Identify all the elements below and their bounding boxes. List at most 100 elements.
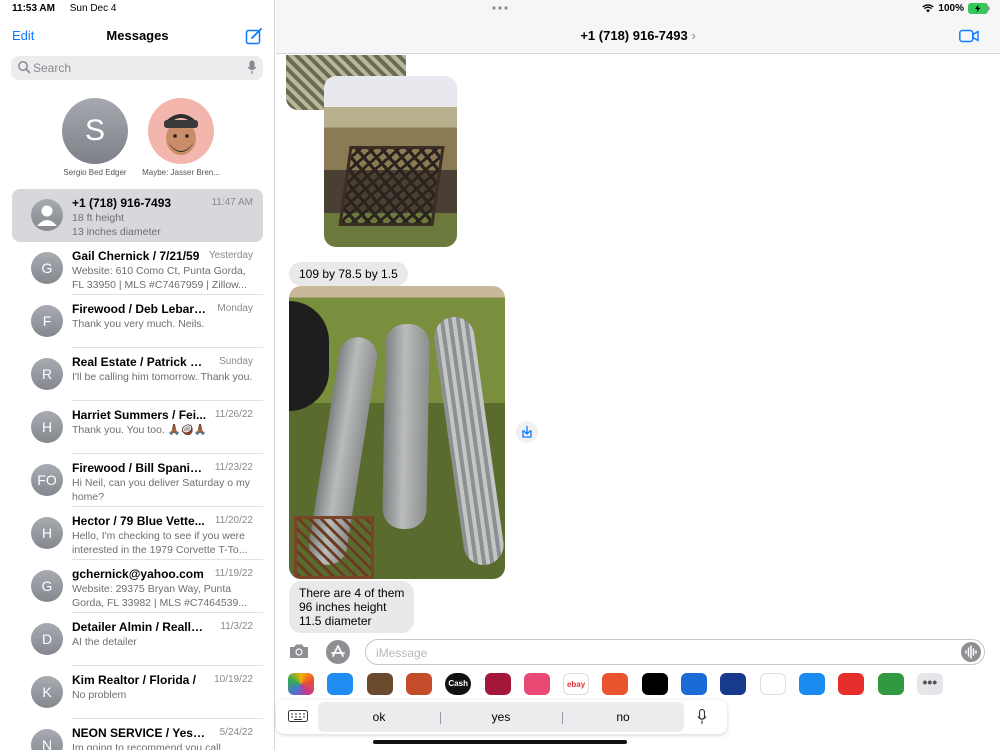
paint-app-icon[interactable] bbox=[602, 673, 629, 695]
app-store-apps-icon[interactable] bbox=[326, 640, 350, 664]
contact-avatar: R bbox=[31, 358, 63, 390]
conversation-row[interactable]: D Detailer Almin / Really N... 11/3/22 AI t… bbox=[0, 613, 274, 666]
conversation-row[interactable]: N NEON SERVICE / Yesco... 5/24/22 Im going … bbox=[0, 719, 274, 750]
conversation-name: Firewood / Deb Lebaro... bbox=[72, 302, 208, 316]
edit-button[interactable]: Edit bbox=[12, 28, 34, 43]
memoji-2-app-icon[interactable] bbox=[405, 673, 432, 695]
sidebar-title: Messages bbox=[106, 28, 169, 43]
video-call-icon[interactable] bbox=[959, 29, 979, 43]
rusty-grate bbox=[294, 516, 374, 579]
heart-app-icon[interactable] bbox=[484, 673, 511, 695]
pinned-contact-sergio[interactable]: S Sergio Bed Edger bbox=[45, 98, 145, 177]
suggestion-ok[interactable]: ok bbox=[318, 710, 440, 724]
pinned-name: Sergio Bed Edger bbox=[63, 168, 127, 177]
memoji-app-icon[interactable] bbox=[366, 673, 393, 695]
shazam-app-icon[interactable] bbox=[798, 673, 825, 695]
dictation-mic-icon[interactable] bbox=[697, 709, 707, 725]
wifi-icon bbox=[922, 4, 935, 13]
conversation-row[interactable]: H Hector / 79 Blue Vette... 11/20/22 Hello,… bbox=[0, 507, 274, 560]
message-bubble-specs[interactable]: There are 4 of them 96 inches height 11.… bbox=[289, 581, 415, 633]
person-icon bbox=[37, 205, 57, 226]
battery-percent: 100% bbox=[938, 3, 964, 14]
keyboard-icon[interactable] bbox=[288, 710, 308, 724]
search-icon bbox=[18, 61, 31, 74]
memoji-avatar bbox=[148, 98, 214, 164]
conversation-name: +1 (718) 916-7493 bbox=[72, 196, 172, 210]
gate-grate bbox=[338, 146, 445, 226]
american-app-icon[interactable] bbox=[759, 673, 786, 695]
search-placeholder: Search bbox=[33, 61, 72, 75]
chat-header: 100% +1 (718) 916-7493 › bbox=[276, 0, 1000, 54]
conversation-row[interactable]: H Harriet Summers / Fei... 11/26/22 Thank y… bbox=[0, 401, 274, 454]
conversation-preview: Hello, I'm checking to see if you were i… bbox=[72, 530, 248, 556]
status-bar-right: 100% bbox=[922, 3, 990, 14]
conversation-time: Yesterday bbox=[208, 250, 253, 261]
youtube-app-icon[interactable] bbox=[838, 673, 865, 695]
conversation-row[interactable]: F Firewood / Deb Lebaro... Monday Thank you… bbox=[0, 295, 274, 348]
voice-message-icon[interactable] bbox=[961, 642, 981, 662]
conversation-preview: 18 ft height 13 inches diameter bbox=[72, 212, 161, 238]
message-bubble-dimensions[interactable]: 109 by 78.5 by 1.5 bbox=[289, 262, 408, 286]
photos-app-icon[interactable] bbox=[288, 673, 314, 695]
search-app-icon[interactable] bbox=[523, 673, 550, 695]
conversation-row-selected[interactable]: +1 (718) 916-7493 11:47 AM 18 ft height … bbox=[12, 189, 263, 242]
photo-attachment-gate[interactable] bbox=[324, 76, 457, 247]
conversation-row[interactable]: K Kim Realtor / Florida / 10/19/22 No probl… bbox=[0, 666, 274, 719]
zillow-app-icon[interactable] bbox=[681, 673, 707, 695]
conversation-time: 5/24/22 bbox=[219, 727, 253, 738]
contact-title-button[interactable]: +1 (718) 916-7493 › bbox=[276, 28, 1000, 43]
conversation-name: gchernick@yahoo.com bbox=[72, 567, 204, 581]
notes-app-icon[interactable] bbox=[641, 673, 668, 695]
suggestion-yes[interactable]: yes bbox=[440, 710, 562, 724]
message-input[interactable] bbox=[376, 644, 936, 662]
conversation-name: Kim Realtor / Florida / bbox=[72, 673, 197, 687]
contact-avatar: FO bbox=[31, 464, 63, 496]
cash-app-icon[interactable]: Cash bbox=[445, 673, 472, 695]
conversation-preview: Thank you very much. Neils. bbox=[72, 318, 205, 330]
conversation-time: Sunday bbox=[219, 356, 253, 367]
suggestion-no[interactable]: no bbox=[562, 710, 684, 724]
predictive-text-panel: ok yes no bbox=[276, 700, 727, 734]
conversation-row[interactable]: FO Firewood / Bill Spanier... 11/23/22 Hi N… bbox=[0, 454, 274, 507]
message-line: There are 4 of them bbox=[299, 586, 405, 600]
conversation-time: 11/3/22 bbox=[220, 621, 253, 632]
contact-avatar bbox=[31, 199, 63, 231]
multitasking-dots-icon[interactable] bbox=[492, 6, 508, 10]
conversation-preview: I'll be calling him tomorrow. Thank you. bbox=[72, 371, 253, 383]
contact-avatar: H bbox=[31, 517, 63, 549]
memoji-face-icon bbox=[164, 114, 198, 155]
conversation-row[interactable]: R Real Estate / Patrick Co... Sunday I'll b… bbox=[0, 348, 274, 401]
status-bar-left: 11:53 AM Sun Dec 4 bbox=[12, 3, 128, 14]
pinned-name: Maybe: Jasser Bren... bbox=[142, 168, 220, 177]
conversation-time: 10/19/22 bbox=[214, 674, 253, 685]
contact-avatar: D bbox=[31, 623, 63, 655]
conversation-row[interactable]: Ggchernick@yahoo.com 11/19/22 Website: 293… bbox=[0, 560, 274, 613]
status-date: Sun Dec 4 bbox=[69, 3, 117, 14]
app-store-app-icon[interactable] bbox=[327, 673, 354, 695]
message-field[interactable] bbox=[365, 639, 985, 665]
compose-bar bbox=[276, 636, 1000, 668]
weather-app-icon[interactable] bbox=[877, 673, 904, 695]
save-to-photos-icon[interactable] bbox=[516, 421, 538, 443]
ipad-messages-screen: 11:53 AM Sun Dec 4 Messages Edit Search … bbox=[0, 0, 1000, 750]
imessage-app-drawer: Cash ebay ••• bbox=[276, 668, 1000, 702]
camera-icon[interactable] bbox=[288, 642, 310, 660]
compose-icon[interactable] bbox=[245, 27, 263, 45]
conversation-name: Firewood / Bill Spanier... bbox=[72, 461, 208, 475]
united-app-icon[interactable] bbox=[720, 673, 747, 695]
conversation-preview: Hi Neil, can you deliver Saturday o my h… bbox=[72, 477, 250, 503]
ebay-app-icon[interactable]: ebay bbox=[563, 673, 590, 695]
photo-attachment-columns[interactable] bbox=[289, 286, 505, 579]
conversation-time: Monday bbox=[217, 303, 253, 314]
conversation-preview: AI the detailer bbox=[72, 636, 137, 648]
conversation-row[interactable]: G Gail Chernick / 7/21/59 Yesterday Website… bbox=[0, 242, 274, 295]
status-time: 11:53 AM bbox=[12, 3, 55, 14]
more-app-icon[interactable]: ••• bbox=[916, 673, 943, 695]
microphone-icon[interactable] bbox=[247, 60, 257, 75]
conversation-sidebar: 11:53 AM Sun Dec 4 Messages Edit Search … bbox=[0, 0, 275, 750]
conversation-name: Hector / 79 Blue Vette... bbox=[72, 514, 205, 528]
pinned-contact-jasser[interactable]: Maybe: Jasser Bren... bbox=[131, 98, 231, 177]
search-field[interactable]: Search bbox=[11, 56, 263, 80]
column-3 bbox=[431, 314, 505, 568]
conversation-preview: Website: 610 Como Ct, Punta Gorda, FL 33… bbox=[72, 265, 247, 291]
